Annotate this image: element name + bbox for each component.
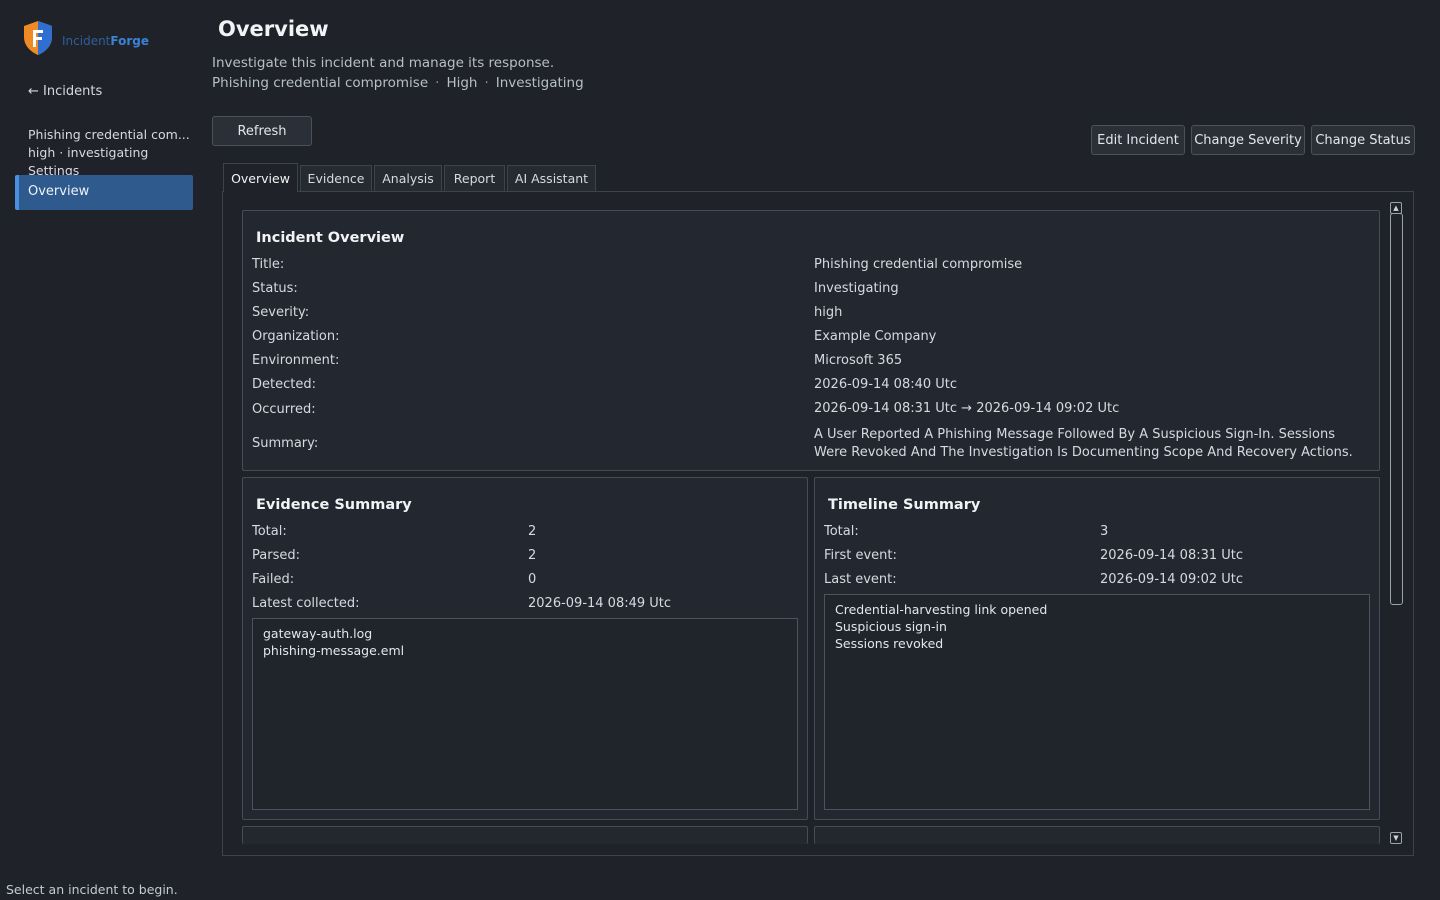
back-to-incidents-link[interactable]: ← Incidents: [28, 84, 102, 99]
field-label-detected: Detected:: [252, 377, 316, 392]
list-item[interactable]: phishing-message.eml: [263, 642, 787, 659]
separator: ·: [484, 75, 489, 91]
timeline-label-first: First event:: [824, 548, 897, 563]
edit-incident-button[interactable]: Edit Incident: [1091, 125, 1185, 155]
timeline-event-list[interactable]: Credential-harvesting link opened Suspic…: [824, 594, 1370, 810]
tab-report[interactable]: Report: [444, 165, 505, 191]
incident-name: Phishing credential compromise: [212, 75, 429, 91]
field-label-title: Title:: [252, 257, 285, 272]
timeline-label-last: Last event:: [824, 572, 897, 587]
page-subtitle: Investigate this incident and manage its…: [212, 55, 555, 71]
sidebar-incident-meta: high · investigating: [28, 145, 149, 160]
evidence-value-failed: 0: [528, 572, 537, 587]
field-value-status: Investigating: [814, 281, 899, 296]
incident-status: Investigating: [495, 75, 584, 91]
list-item[interactable]: Sessions revoked: [835, 635, 1359, 652]
evidence-label-failed: Failed:: [252, 572, 295, 587]
incident-overview-heading: Incident Overview: [256, 230, 405, 246]
tab-overview[interactable]: Overview: [223, 163, 298, 192]
field-label-severity: Severity:: [252, 305, 310, 320]
field-value-detected: 2026-09-14 08:40 Utc: [814, 377, 958, 392]
logo-wordmark: IncidentForge: [62, 34, 149, 48]
tab-analysis[interactable]: Analysis: [374, 165, 442, 191]
field-label-status: Status:: [252, 281, 298, 296]
evidence-value-latest: 2026-09-14 08:49 Utc: [528, 596, 672, 611]
evidence-file-list[interactable]: gateway-auth.log phishing-message.eml: [252, 618, 798, 810]
change-status-button[interactable]: Change Status: [1311, 125, 1415, 155]
sidebar-incident-title[interactable]: Phishing credential com...: [28, 126, 190, 144]
refresh-button[interactable]: Refresh: [212, 116, 312, 146]
evidence-value-total: 2: [528, 524, 537, 539]
field-label-occurred: Occurred:: [252, 402, 316, 417]
incident-meta-line: Phishing credential compromise · High · Inve…: [212, 75, 584, 91]
list-item[interactable]: Credential-harvesting link opened: [835, 601, 1359, 618]
vertical-scrollbar[interactable]: [1390, 213, 1403, 605]
field-label-summary: Summary:: [252, 436, 319, 451]
timeline-value-total: 3: [1100, 524, 1109, 539]
evidence-summary-heading: Evidence Summary: [256, 497, 412, 513]
page-title: Overview: [218, 17, 329, 41]
timeline-summary-heading: Timeline Summary: [828, 497, 981, 513]
timeline-label-total: Total:: [824, 524, 859, 539]
shield-logo-icon: [24, 21, 52, 55]
lower-left-card: [242, 826, 808, 844]
separator: ·: [435, 75, 440, 91]
list-item[interactable]: Suspicious sign-in: [835, 618, 1359, 635]
evidence-label-total: Total:: [252, 524, 287, 539]
incident-severity: High: [446, 75, 478, 91]
timeline-value-last: 2026-09-14 09:02 Utc: [1100, 572, 1244, 587]
evidence-label-latest: Latest collected:: [252, 596, 360, 611]
change-severity-button[interactable]: Change Severity: [1191, 125, 1305, 155]
scroll-down-arrow-icon[interactable]: ▼: [1390, 832, 1402, 844]
evidence-label-parsed: Parsed:: [252, 548, 300, 563]
lower-right-card: [814, 826, 1380, 844]
field-label-environment: Environment:: [252, 353, 340, 368]
tab-ai-assistant[interactable]: AI Assistant: [507, 165, 596, 191]
field-value-title: Phishing credential compromise: [814, 257, 1023, 272]
field-value-organization: Example Company: [814, 329, 937, 344]
field-label-organization: Organization:: [252, 329, 340, 344]
tab-evidence[interactable]: Evidence: [300, 165, 372, 191]
timeline-value-first: 2026-09-14 08:31 Utc: [1100, 548, 1244, 563]
field-value-environment: Microsoft 365: [814, 353, 903, 368]
sidebar-item-overview[interactable]: Overview: [15, 175, 193, 210]
field-value-summary: A User Reported A Phishing Message Follo…: [814, 427, 1353, 460]
status-bar: Select an incident to begin.: [6, 882, 178, 897]
sidebar-incident-group: Phishing credential com... high · invest…: [28, 126, 190, 180]
field-value-severity: high: [814, 305, 843, 320]
evidence-value-parsed: 2: [528, 548, 537, 563]
app-logo: IncidentForge: [22, 20, 149, 56]
sidebar: IncidentForge ← Incidents Phishing crede…: [0, 0, 200, 870]
list-item[interactable]: gateway-auth.log: [263, 625, 787, 642]
field-value-occurred: 2026-09-14 08:31 Utc → 2026-09-14 09:02 …: [814, 401, 1120, 416]
